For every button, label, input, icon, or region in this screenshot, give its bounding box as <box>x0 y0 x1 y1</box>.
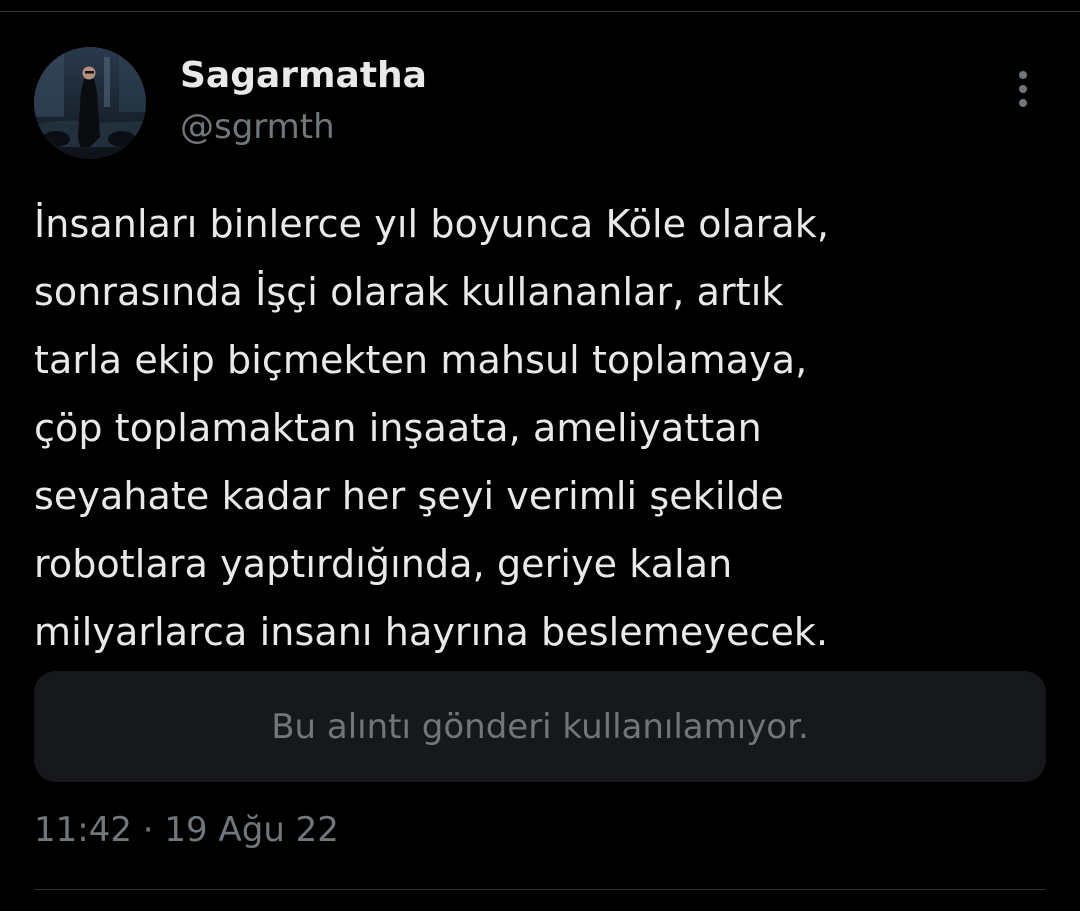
tweet-text: İnsanları binlerce yıl boyunca Köle olar… <box>34 202 830 654</box>
avatar-image <box>34 47 146 159</box>
tweet-timestamp[interactable]: 11:42 · 19 Ağu 22 <box>34 808 339 852</box>
quote-unavailable-box: Bu alıntı gönderi kullanılamıyor. <box>34 671 1046 782</box>
avatar[interactable] <box>34 47 146 159</box>
author-display-name[interactable]: Sagarmatha <box>180 54 427 98</box>
more-vertical-icon <box>1017 69 1029 113</box>
author-handle[interactable]: @sgrmth <box>180 106 335 148</box>
top-divider <box>0 11 1080 12</box>
more-options-button[interactable] <box>1000 68 1046 114</box>
bottom-divider <box>34 889 1046 890</box>
quote-unavailable-text: Bu alıntı gönderi kullanılamıyor. <box>271 706 809 747</box>
